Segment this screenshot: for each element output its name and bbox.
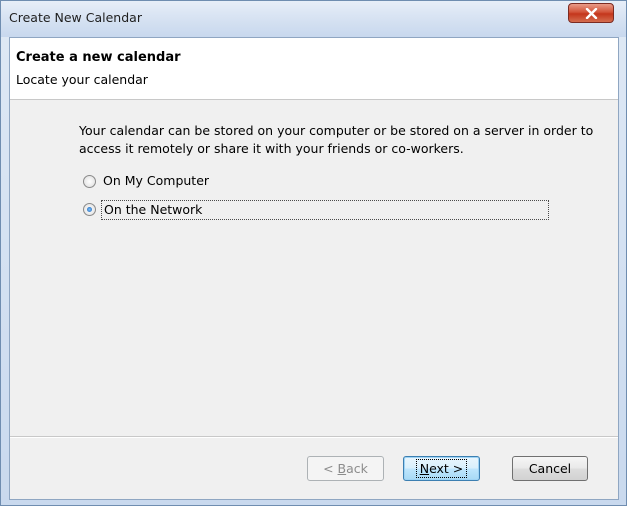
close-icon — [585, 8, 598, 19]
next-mnemonic: N — [419, 461, 430, 476]
back-button[interactable]: < Back — [307, 456, 384, 481]
page-subtitle: Locate your calendar — [16, 72, 148, 87]
description-text: Your calendar can be stored on your comp… — [79, 123, 594, 156]
radio-selected-dot — [87, 207, 92, 212]
create-new-calendar-window: Create New Calendar Create a new calenda… — [0, 0, 627, 506]
radio-on-my-computer[interactable] — [83, 175, 96, 188]
wizard-header: Create a new calendar Locate your calend… — [10, 38, 618, 100]
cancel-button[interactable]: Cancel — [512, 456, 588, 481]
back-mnemonic: B — [337, 461, 347, 476]
radio-on-the-network[interactable] — [83, 203, 96, 216]
title-bar[interactable]: Create New Calendar — [1, 1, 626, 37]
next-rest: ext > — [429, 461, 464, 476]
next-button[interactable]: Next > — [403, 456, 480, 481]
page-title: Create a new calendar — [16, 50, 181, 65]
dialog-body: Create a new calendar Locate your calend… — [9, 37, 619, 500]
button-separator — [10, 436, 618, 438]
cancel-label: Cancel — [528, 461, 572, 476]
back-rest: ack — [346, 461, 368, 476]
back-prefix: < — [323, 461, 338, 476]
option-label[interactable]: On My Computer — [103, 173, 209, 188]
option-label[interactable]: On the Network — [101, 200, 549, 220]
window-title: Create New Calendar — [9, 10, 142, 25]
close-button[interactable] — [568, 3, 614, 23]
